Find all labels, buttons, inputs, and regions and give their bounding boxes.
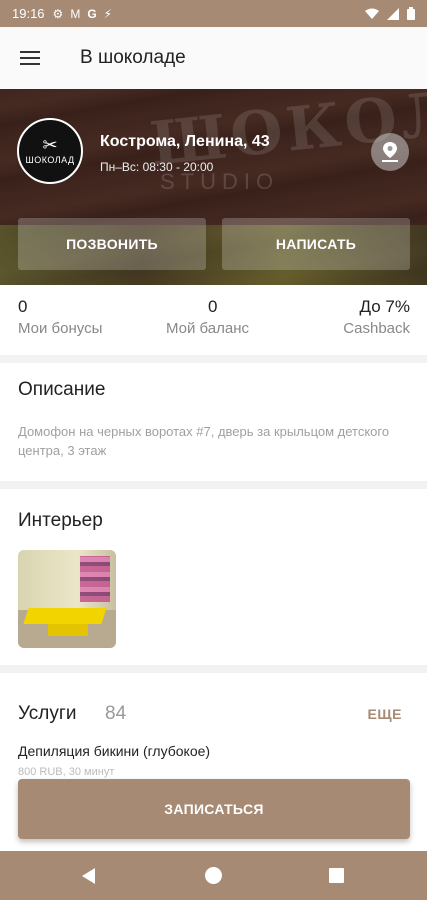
map-location-button[interactable] <box>371 133 409 171</box>
cashback-label: Cashback <box>343 320 410 337</box>
gear-icon: ⚙ <box>52 6 64 21</box>
status-time: 19:16 <box>12 6 45 21</box>
services-count: 84 <box>105 703 127 724</box>
home-icon[interactable] <box>205 867 222 884</box>
cashback-stat[interactable]: До 7% Cashback <box>343 297 410 337</box>
salon-header: ШОКОЛ STUDIO ✂ ШОКОЛАД Кострома, Ленина,… <box>0 89 427 285</box>
service-item-meta: 800 RUB, 30 минут <box>18 766 115 778</box>
interior-section: Интерьер <box>0 489 427 665</box>
hamburger-icon <box>20 51 40 65</box>
balance-stat[interactable]: 0 Мой баланс <box>166 297 249 337</box>
stats-row: 0 Мои бонусы 0 Мой баланс До 7% Cashback <box>0 285 427 355</box>
usb-icon: ⚡ <box>103 6 113 21</box>
service-item-name[interactable]: Депиляция бикини (глубокое) <box>18 743 210 759</box>
write-button[interactable]: НАПИСАТЬ <box>222 218 410 270</box>
services-title: Услуги <box>18 703 77 724</box>
recents-icon[interactable] <box>329 868 344 883</box>
book-button[interactable]: ЗАПИСАТЬСЯ <box>18 779 410 839</box>
signal-icon <box>387 7 399 20</box>
bonuses-value: 0 <box>18 297 28 316</box>
bonuses-label: Мои бонусы <box>18 320 103 337</box>
map-pin-icon <box>382 142 398 162</box>
balance-label: Мой баланс <box>166 320 250 337</box>
wifi-icon <box>365 8 379 19</box>
cashback-value: До 7% <box>359 297 410 316</box>
interior-title: Интерьер <box>18 510 103 531</box>
bonuses-stat[interactable]: 0 Мои бонусы <box>18 297 102 337</box>
salon-address: Кострома, Ленина, 43 <box>100 133 270 150</box>
system-navigation-bar <box>0 851 427 900</box>
balance-value: 0 <box>208 297 218 316</box>
page-title: В шоколаде <box>80 47 186 68</box>
interior-photo-thumbnail[interactable] <box>18 550 116 648</box>
description-section: Описание Домофон на черных воротах #7, д… <box>0 363 427 481</box>
battery-icon <box>407 7 415 20</box>
menu-button[interactable] <box>0 27 60 89</box>
call-button[interactable]: ПОЗВОНИТЬ <box>18 218 206 270</box>
google-icon: G <box>87 6 97 21</box>
salon-hours: Пн–Вс: 08:30 - 20:00 <box>100 160 214 174</box>
logo-text: ШОКОЛАД <box>25 155 75 165</box>
services-more-link[interactable]: ЕЩЕ <box>368 706 402 722</box>
description-text: Домофон на черных воротах #7, дверь за к… <box>18 424 390 458</box>
back-icon[interactable] <box>82 868 95 884</box>
description-title: Описание <box>18 379 106 400</box>
app-bar: В шоколаде <box>0 27 427 89</box>
scissors-icon: ✂ <box>42 135 58 155</box>
status-notification-icons: ⚙ M G ⚡ <box>53 8 113 20</box>
status-system-icons <box>365 7 415 20</box>
salon-logo: ✂ ШОКОЛАД <box>17 118 83 184</box>
gmail-icon: M <box>70 6 81 21</box>
status-bar: 19:16 ⚙ M G ⚡ <box>0 0 427 27</box>
